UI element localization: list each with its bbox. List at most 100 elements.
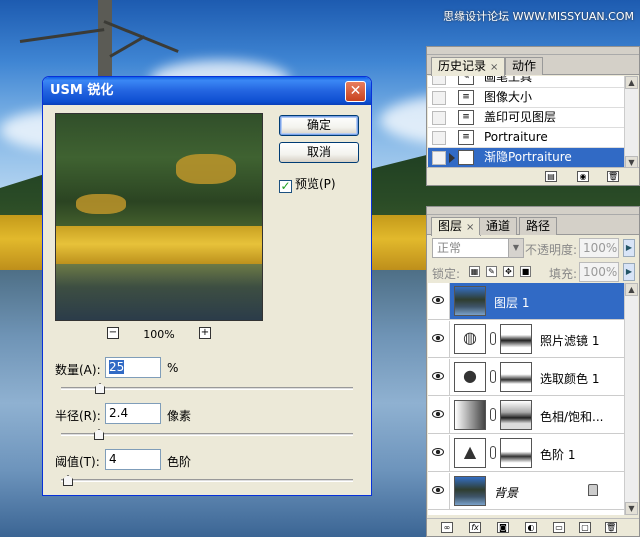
layer-thumbnail <box>454 476 486 506</box>
fill-input[interactable]: 100% <box>579 262 619 282</box>
tab-close-icon[interactable]: × <box>490 62 498 73</box>
eye-icon <box>432 296 444 304</box>
tab-actions[interactable]: 动作 <box>505 57 544 75</box>
history-item-selected[interactable]: ≡ 渐隐Portraiture <box>428 148 624 168</box>
snapshot-source-box[interactable] <box>432 91 446 105</box>
link-chain-icon[interactable] <box>490 370 496 383</box>
scroll-up-icon[interactable]: ▲ <box>625 76 638 89</box>
threshold-slider-thumb[interactable] <box>63 475 73 486</box>
lock-transparent-icon[interactable]: ▦ <box>469 266 480 277</box>
history-item-label: 盖印可见图层 <box>484 110 557 124</box>
layer-mask[interactable] <box>500 362 532 392</box>
layer-row[interactable]: ▲ 色阶 1 <box>428 435 624 472</box>
visibility-toggle[interactable] <box>428 435 450 471</box>
history-item-label: 图像大小 <box>484 90 533 104</box>
snapshot-source-box[interactable] <box>432 76 446 85</box>
close-button[interactable]: ✕ <box>345 81 366 102</box>
tab-layers[interactable]: 图层 × <box>431 217 482 236</box>
history-tabs: 历史记录 × 动作 <box>427 55 639 76</box>
opacity-input[interactable]: 100% <box>579 238 619 258</box>
zoom-controls: − 100% + <box>55 327 263 341</box>
link-chain-icon[interactable] <box>490 446 496 459</box>
threshold-unit: 色阶 <box>167 455 192 469</box>
layer-name: 背景 <box>494 486 519 500</box>
tab-label: 路径 <box>526 219 551 233</box>
visibility-toggle[interactable] <box>428 283 450 319</box>
lock-image-icon[interactable]: ✎ <box>486 266 497 277</box>
preview-checkbox-row[interactable]: ✓ 预览(P) <box>279 175 336 193</box>
snapshot-source-box[interactable] <box>432 111 446 125</box>
add-mask-icon[interactable]: ◙ <box>497 522 509 533</box>
opacity-arrow-icon[interactable]: ▶ <box>623 239 635 257</box>
link-chain-icon[interactable] <box>490 408 496 421</box>
adjustment-layer-icon[interactable]: ◐ <box>525 522 537 533</box>
scroll-down-icon[interactable]: ▼ <box>625 502 638 515</box>
new-document-from-state-icon[interactable]: ▤ <box>545 171 557 182</box>
scroll-up-icon[interactable]: ▲ <box>625 283 638 296</box>
preview-image[interactable] <box>55 113 263 321</box>
history-item[interactable]: ≡ Portraiture <box>428 128 624 148</box>
new-layer-icon[interactable]: ▢ <box>579 522 591 533</box>
threshold-input[interactable]: 4 <box>105 449 161 470</box>
trash-icon[interactable]: 🗑 <box>605 522 617 533</box>
layer-row[interactable]: ◍ 照片滤镜 1 <box>428 321 624 358</box>
history-scrollbar[interactable]: ▲ ▼ <box>624 76 638 169</box>
visibility-toggle[interactable] <box>428 473 450 509</box>
tab-paths[interactable]: 路径 <box>519 217 558 235</box>
history-state-icon: ≡ <box>458 90 474 105</box>
dialog-titlebar[interactable]: USM 锐化 ✕ <box>43 77 371 105</box>
lock-icon <box>588 484 598 496</box>
fill-arrow-icon[interactable]: ▶ <box>623 263 635 281</box>
layer-row[interactable]: 色相/饱和... <box>428 397 624 434</box>
history-item-label: 渐隐Portraiture <box>484 150 572 164</box>
visibility-toggle[interactable] <box>428 397 450 433</box>
preview-water <box>56 264 262 320</box>
ok-button[interactable]: 确定 <box>279 115 359 136</box>
layer-row[interactable]: ● 选取颜色 1 <box>428 359 624 396</box>
snapshot-source-box[interactable] <box>432 131 446 145</box>
visibility-toggle[interactable] <box>428 359 450 395</box>
history-item[interactable]: ✎ 画笔工具 <box>428 76 624 88</box>
history-state-arrow-icon <box>449 153 455 163</box>
visibility-toggle[interactable] <box>428 321 450 357</box>
zoom-in-button[interactable]: + <box>199 327 211 339</box>
trash-icon[interactable]: 🗑 <box>607 171 619 182</box>
link-layers-icon[interactable]: ∞ <box>441 522 453 533</box>
fx-icon[interactable]: fx <box>469 522 481 533</box>
radius-slider[interactable] <box>61 433 353 436</box>
preview-meadow <box>56 226 262 266</box>
cancel-button[interactable]: 取消 <box>279 142 359 163</box>
layer-row[interactable]: 图层 1 <box>428 283 624 320</box>
new-snapshot-icon[interactable]: ◉ <box>577 171 589 182</box>
layer-mask[interactable] <box>500 438 532 468</box>
tab-close-icon[interactable]: × <box>466 222 474 233</box>
new-group-icon[interactable]: ▭ <box>553 522 565 533</box>
panel-grip[interactable] <box>427 47 639 55</box>
layer-mask[interactable] <box>500 324 532 354</box>
lock-all-icon[interactable]: ■ <box>520 266 531 277</box>
lock-position-icon[interactable]: ✥ <box>503 266 514 277</box>
radius-input[interactable]: 2.4 <box>105 403 161 424</box>
history-item[interactable]: ≡ 盖印可见图层 <box>428 108 624 128</box>
threshold-slider[interactable] <box>61 479 353 482</box>
amount-input[interactable]: 25 <box>105 357 161 378</box>
tab-label: 动作 <box>512 59 537 73</box>
panel-grip[interactable] <box>427 207 639 215</box>
layers-scrollbar[interactable]: ▲ ▼ <box>624 283 638 515</box>
eye-icon <box>432 486 444 494</box>
layer-thumbnail <box>454 286 486 316</box>
radius-slider-thumb[interactable] <box>94 429 104 440</box>
history-item[interactable]: ≡ 图像大小 <box>428 88 624 108</box>
tab-channels[interactable]: 通道 <box>479 217 518 235</box>
layer-mask[interactable] <box>500 400 532 430</box>
snapshot-source-box[interactable] <box>432 151 446 165</box>
layer-row[interactable]: 背景 <box>428 473 624 510</box>
amount-label: 数量(A): <box>55 363 101 377</box>
zoom-level: 100% <box>143 328 175 341</box>
blend-mode-select[interactable]: 正常 ▼ <box>432 238 524 258</box>
link-chain-icon[interactable] <box>490 332 496 345</box>
preview-checkbox[interactable]: ✓ <box>279 180 292 193</box>
amount-slider-thumb[interactable] <box>95 383 105 394</box>
amount-unit: % <box>167 361 179 375</box>
tab-history[interactable]: 历史记录 × <box>431 57 506 76</box>
